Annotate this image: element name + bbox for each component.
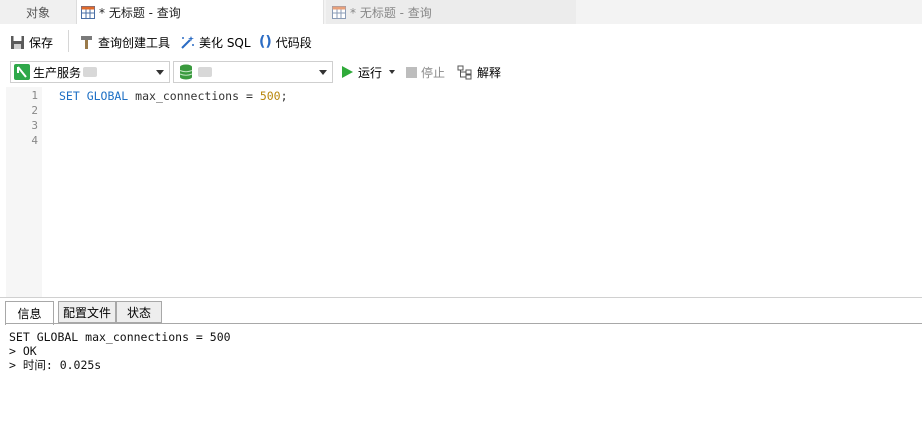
query-table-icon <box>81 6 95 19</box>
query-table-icon <box>332 6 346 19</box>
code-snippet-label: 代码段 <box>275 35 312 50</box>
chevron-down-icon <box>156 70 164 75</box>
editor-result-splitter[interactable] <box>0 297 922 298</box>
magic-wand-icon <box>181 35 194 49</box>
tab-query-inactive-label: * 无标题 - 查询 <box>350 5 432 20</box>
sql-number: 500 <box>259 89 281 103</box>
explain-icon <box>457 65 472 79</box>
explain-button[interactable]: 解释 <box>457 62 501 82</box>
output-line: > OK <box>9 344 37 358</box>
database-icon <box>179 64 193 80</box>
toolbar-separator <box>68 30 69 52</box>
redacted-text <box>198 67 212 77</box>
hammer-icon <box>81 35 92 49</box>
tab-query-active-label: * 无标题 - 查询 <box>99 5 181 20</box>
sql-text: max_connections = <box>128 89 260 103</box>
parentheses-icon: () <box>259 34 272 50</box>
tab-info[interactable]: 信息 <box>5 301 54 325</box>
stop-icon <box>406 66 417 78</box>
document-tab-bar: 对象 * 无标题 - 查询 * 无标题 - 查询 <box>0 0 922 24</box>
result-tab-divider <box>5 323 922 324</box>
play-icon <box>342 66 353 78</box>
tab-objects-label: 对象 <box>25 5 50 20</box>
tab-profile[interactable]: 配置文件 <box>58 301 116 323</box>
line-number: 2 <box>31 104 38 117</box>
save-icon <box>11 35 24 49</box>
chevron-down-icon <box>319 70 327 75</box>
tab-info-label: 信息 <box>17 307 42 321</box>
explain-label: 解释 <box>477 65 502 80</box>
line-number: 3 <box>31 119 38 132</box>
output-line: > 时间: 0.025s <box>9 358 102 372</box>
line-number: 1 <box>31 89 38 102</box>
sql-keyword: SET GLOBAL <box>59 89 129 103</box>
database-select[interactable] <box>173 61 333 83</box>
tab-status[interactable]: 状态 <box>116 301 162 323</box>
query-builder-label: 查询创建工具 <box>98 35 171 50</box>
tab-query-inactive[interactable]: * 无标题 - 查询 <box>326 0 576 24</box>
output-line: SET GLOBAL max_connections = 500 <box>9 330 231 344</box>
save-label: 保存 <box>29 35 54 50</box>
beautify-sql-button[interactable]: 美化 SQL <box>179 32 251 52</box>
code-snippet-button[interactable]: () 代码段 <box>259 32 312 52</box>
line-number: 4 <box>31 134 38 147</box>
query-toolbar: 保存 查询创建工具 美化 SQL () 代码段 <box>0 24 922 59</box>
connection-toolbar: 生产服务 运行 停止 解释 <box>0 59 922 86</box>
save-button[interactable]: 保存 <box>10 32 53 52</box>
sql-editor[interactable]: 1 2 3 4 SET GLOBAL max_connections = 500… <box>0 87 922 297</box>
connection-icon <box>14 64 30 80</box>
line-number-gutter: 1 2 3 4 <box>6 87 42 297</box>
query-builder-button[interactable]: 查询创建工具 <box>79 32 170 52</box>
tab-query-active[interactable]: * 无标题 - 查询 <box>77 0 324 24</box>
tab-objects[interactable]: 对象 <box>0 0 77 24</box>
redacted-text <box>83 67 98 77</box>
connection-select[interactable]: 生产服务 <box>10 61 170 83</box>
beautify-sql-label: 美化 SQL <box>199 35 251 50</box>
run-button[interactable]: 运行 <box>341 62 396 82</box>
run-label: 运行 <box>358 65 383 80</box>
stop-button[interactable]: 停止 <box>406 62 445 82</box>
message-output: SET GLOBAL max_connections = 500 > OK > 时间… <box>9 330 231 372</box>
code-line[interactable]: SET GLOBAL max_connections = 500; <box>59 89 288 103</box>
tab-status-label: 状态 <box>126 305 151 320</box>
sql-terminator: ; <box>280 89 288 103</box>
stop-label: 停止 <box>421 65 446 80</box>
connection-name: 生产服务 <box>33 65 82 80</box>
tab-profile-label: 配置文件 <box>62 305 111 320</box>
run-dropdown-icon[interactable] <box>389 70 396 74</box>
